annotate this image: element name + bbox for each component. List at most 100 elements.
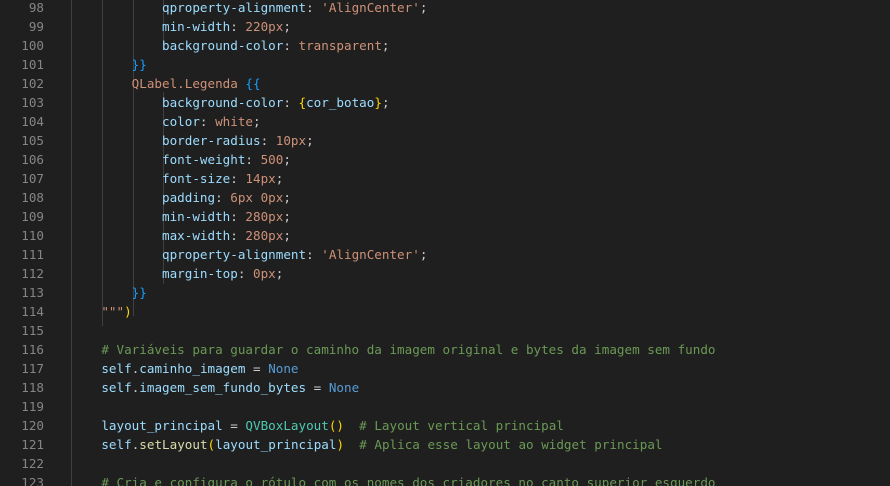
code-token: qproperty-alignment bbox=[162, 247, 307, 262]
code-token: {{ bbox=[245, 76, 261, 91]
code-line[interactable]: 121 self.setLayout(layout_principal) # A… bbox=[0, 435, 890, 454]
code-token: ; bbox=[419, 0, 428, 15]
code-token: border-radius bbox=[162, 133, 261, 148]
code-token: layout_principal bbox=[215, 437, 337, 452]
line-number: 115 bbox=[21, 323, 44, 338]
code-token: ) bbox=[124, 304, 132, 319]
code-line[interactable]: 107 font-size: 14px; bbox=[0, 169, 890, 188]
code-line[interactable]: 113 }} bbox=[0, 283, 890, 302]
code-token: = bbox=[222, 418, 246, 433]
line-code: QLabel.Legenda {{ bbox=[71, 74, 261, 93]
code-line[interactable]: 103 background-color: {cor_botao}; bbox=[0, 93, 890, 112]
code-line[interactable]: 111 qproperty-alignment: 'AlignCenter'; bbox=[0, 245, 890, 264]
code-token: ; bbox=[283, 190, 291, 205]
line-code: border-radius: 10px; bbox=[71, 131, 314, 150]
code-token: font-size bbox=[162, 171, 231, 186]
line-code: self.imagem_sem_fundo_bytes = None bbox=[71, 378, 359, 397]
code-line[interactable]: 98 qproperty-alignment: 'AlignCenter'; bbox=[0, 0, 890, 17]
line-code: min-width: 220px; bbox=[71, 17, 291, 36]
code-token: ; bbox=[419, 247, 428, 262]
code-token: ; bbox=[283, 152, 291, 167]
line-number: 104 bbox=[21, 114, 44, 129]
code-token: # Variáveis para guardar o caminho da im… bbox=[101, 342, 716, 357]
line-code: self.caminho_imagem = None bbox=[71, 359, 298, 378]
line-number: 114 bbox=[21, 304, 44, 319]
line-code: background-color: transparent; bbox=[71, 36, 390, 55]
line-code: min-width: 280px; bbox=[71, 207, 291, 226]
code-line[interactable]: 101 }} bbox=[0, 55, 890, 74]
line-code: background-color: {cor_botao}; bbox=[71, 93, 390, 112]
code-token: ; bbox=[253, 114, 261, 129]
code-token: """ bbox=[101, 304, 125, 319]
code-token: : bbox=[215, 190, 231, 205]
code-token: } bbox=[374, 95, 382, 110]
code-line[interactable]: 108 padding: 6px 0px; bbox=[0, 188, 890, 207]
code-token: ; bbox=[381, 95, 390, 110]
code-editor[interactable]: 98 qproperty-alignment: 'AlignCenter'; 99… bbox=[0, 0, 890, 486]
line-number: 116 bbox=[21, 342, 44, 357]
code-line[interactable]: 118 self.imagem_sem_fundo_bytes = None bbox=[0, 378, 890, 397]
code-line[interactable]: 105 border-radius: 10px; bbox=[0, 131, 890, 150]
code-token: : bbox=[230, 209, 246, 224]
code-line[interactable]: 104 color: white; bbox=[0, 112, 890, 131]
code-token: }} bbox=[131, 57, 147, 72]
code-token: margin-top bbox=[162, 266, 238, 281]
code-token: # Cria e configura o rótulo com os nomes… bbox=[101, 475, 716, 486]
code-token: font-weight bbox=[162, 152, 246, 167]
code-line[interactable]: 115 bbox=[0, 321, 890, 340]
line-code: max-width: 280px; bbox=[71, 226, 291, 245]
code-token: self bbox=[101, 361, 132, 376]
code-line[interactable]: 102 QLabel.Legenda {{ bbox=[0, 74, 890, 93]
code-token: padding bbox=[162, 190, 216, 205]
code-token: 10px bbox=[275, 133, 307, 148]
code-line[interactable]: 106 font-weight: 500; bbox=[0, 150, 890, 169]
code-token: { bbox=[298, 95, 307, 110]
code-token: # Aplica esse layout ao widget principal bbox=[359, 437, 663, 452]
line-code: color: white; bbox=[71, 112, 261, 131]
line-code: font-size: 14px; bbox=[71, 169, 283, 188]
code-token: max-width bbox=[162, 228, 231, 243]
code-token: : bbox=[260, 133, 276, 148]
code-token: 14px bbox=[245, 171, 276, 186]
code-token: ; bbox=[283, 228, 291, 243]
code-line[interactable]: 99 min-width: 220px; bbox=[0, 17, 890, 36]
code-line[interactable]: 119 bbox=[0, 397, 890, 416]
line-number: 100 bbox=[21, 38, 44, 53]
code-line[interactable]: 110 max-width: 280px; bbox=[0, 226, 890, 245]
code-line[interactable]: 114 """) bbox=[0, 302, 890, 321]
code-line[interactable]: 100 background-color: transparent; bbox=[0, 36, 890, 55]
code-token: = bbox=[245, 361, 269, 376]
code-line[interactable]: 112 margin-top: 0px; bbox=[0, 264, 890, 283]
code-token: 500 bbox=[260, 152, 284, 167]
code-line[interactable]: 117 self.caminho_imagem = None bbox=[0, 359, 890, 378]
line-number: 99 bbox=[28, 19, 44, 34]
line-number: 119 bbox=[21, 399, 44, 414]
code-token: background-color bbox=[162, 95, 284, 110]
code-line[interactable]: 120 layout_principal = QVBoxLayout() # L… bbox=[0, 416, 890, 435]
line-code: font-weight: 500; bbox=[71, 150, 291, 169]
code-line[interactable]: 109 min-width: 280px; bbox=[0, 207, 890, 226]
code-token: self bbox=[101, 437, 132, 452]
line-code: padding: 6px 0px; bbox=[71, 188, 291, 207]
code-line[interactable]: 122 bbox=[0, 454, 890, 473]
code-token: : bbox=[306, 0, 322, 15]
line-number: 112 bbox=[21, 266, 44, 281]
code-line[interactable]: 116 # Variáveis para guardar o caminho d… bbox=[0, 340, 890, 359]
code-token: ; bbox=[306, 133, 314, 148]
line-number: 113 bbox=[21, 285, 44, 300]
code-token: background-color bbox=[162, 38, 284, 53]
code-line[interactable]: 123 # Cria e configura o rótulo com os n… bbox=[0, 473, 890, 486]
